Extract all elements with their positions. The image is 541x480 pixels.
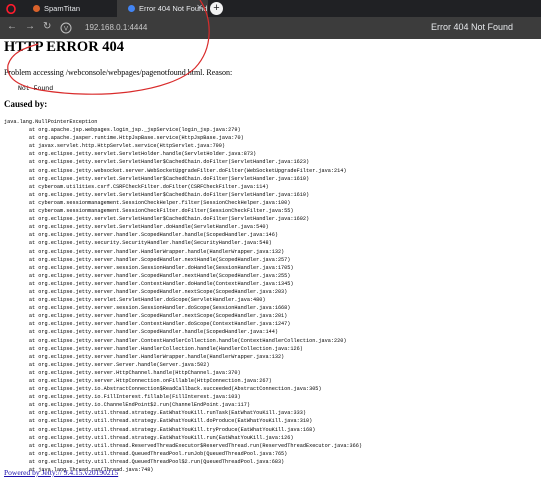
- stack-trace-line: at org.eclipse.jetty.server.HttpConnecti…: [4, 378, 272, 384]
- back-icon[interactable]: ←: [7, 21, 17, 32]
- stack-trace-line: at org.eclipse.jetty.util.thread.strateg…: [4, 410, 306, 417]
- stack-trace-line: at org.eclipse.jetty.server.session.Sess…: [4, 264, 294, 271]
- stack-trace-line: at org.eclipse.jetty.servlet.ServletHand…: [4, 216, 310, 223]
- stack-trace-line: at org.eclipse.jetty.util.thread.strateg…: [4, 434, 294, 441]
- vpn-badge-icon[interactable]: V: [60, 22, 72, 34]
- stack-trace-line: at org.eclipse.jetty.security.SecurityHa…: [4, 240, 272, 247]
- stack-trace-line: at org.eclipse.jetty.servlet.ServletHand…: [4, 191, 310, 198]
- address-bar: ← → ↻ V 192.168.0.1:4444 Error 404 Not F…: [0, 17, 541, 39]
- tab-strip: SpamTitan Error 404 Not Found ✕ +: [0, 0, 541, 17]
- stack-trace-line: at org.eclipse.jetty.server.HttpChannel.…: [4, 369, 241, 376]
- stack-trace-line: at org.eclipse.jetty.util.thread.strateg…: [4, 418, 313, 425]
- opera-logo-icon: [6, 3, 16, 14]
- stack-trace-line: at org.apache.jsp.webpages.login_jsp._js…: [4, 127, 241, 134]
- page-content: HTTP ERROR 404 Problem accessing /webcon…: [0, 39, 541, 480]
- stack-trace-line: at org.eclipse.jetty.io.AbstractConnecti…: [4, 386, 322, 393]
- stack-trace-line: at org.eclipse.jetty.servlet.ServletHand…: [4, 159, 310, 166]
- stack-trace-line: at org.eclipse.jetty.server.handler.Scop…: [4, 256, 291, 263]
- stack-trace-line: at org.eclipse.jetty.server.handler.Scop…: [4, 232, 278, 239]
- stack-trace-line: at org.apache.jasper.runtime.HttpJspBase…: [4, 135, 244, 142]
- stack-trace-line: at org.eclipse.jetty.io.FillInterest.fil…: [4, 394, 241, 401]
- opera-menu-button[interactable]: [0, 0, 22, 17]
- tab-favicon: [33, 5, 40, 12]
- stack-trace-line: at org.eclipse.jetty.util.thread.strateg…: [4, 426, 316, 433]
- stack-trace-line: at org.eclipse.jetty.server.handler.Cont…: [4, 321, 291, 328]
- stack-trace-line: at org.eclipse.jetty.websocket.server.We…: [4, 167, 347, 174]
- reload-icon[interactable]: ↻: [43, 21, 51, 32]
- stack-trace-line: at cyberoam.sessionmanagement.SessionChe…: [4, 199, 291, 206]
- stack-trace-line: at org.eclipse.jetty.servlet.ServletHand…: [4, 224, 269, 231]
- close-icon[interactable]: ✕: [196, 3, 203, 12]
- stack-trace-line: at org.eclipse.jetty.server.Server.handl…: [4, 361, 210, 368]
- stack-trace-line: at org.eclipse.jetty.util.thread.QueuedT…: [4, 458, 285, 465]
- stack-trace-line: at org.eclipse.jetty.server.handler.Scop…: [4, 288, 288, 295]
- reason-text: Not Found: [18, 85, 54, 92]
- tab-favicon: [128, 5, 135, 12]
- stack-trace: java.lang.NullPointerException at org.ap…: [4, 118, 362, 474]
- error-heading: HTTP ERROR 404: [4, 39, 125, 55]
- forward-icon[interactable]: →: [25, 21, 35, 32]
- plus-icon[interactable]: +: [210, 2, 223, 15]
- stack-trace-line: at org.eclipse.jetty.server.session.Sess…: [4, 305, 291, 312]
- stack-trace-line: at org.eclipse.jetty.servlet.ServletHand…: [4, 297, 266, 304]
- stack-trace-line: at org.eclipse.jetty.server.handler.Scop…: [4, 329, 278, 336]
- tab-label: SpamTitan: [44, 4, 80, 13]
- stack-trace-line: at org.eclipse.jetty.util.thread.Reserve…: [4, 442, 362, 449]
- stack-trace-line: at javax.servlet.http.HttpServlet.servic…: [4, 143, 226, 150]
- stack-trace-line: at org.eclipse.jetty.server.handler.Cont…: [4, 280, 294, 287]
- stack-trace-line: at cyberoam.sessionmanagement.SessionChe…: [4, 208, 294, 215]
- jetty-link[interactable]: Powered by Jetty:// 9.4.15.v20190215: [4, 468, 118, 477]
- stack-trace-line: at org.eclipse.jetty.io.ChannelEndPoint$…: [4, 402, 250, 409]
- stack-trace-line: at org.eclipse.jetty.server.handler.Scop…: [4, 272, 291, 279]
- stack-trace-line: at org.eclipse.jetty.servlet.ServletHand…: [4, 175, 310, 182]
- stack-trace-line: at org.eclipse.jetty.servlet.ServletHold…: [4, 151, 257, 158]
- page-title: Error 404 Not Found: [430, 22, 513, 32]
- svg-text:V: V: [64, 27, 68, 33]
- stack-trace-line: at org.eclipse.jetty.server.handler.Hand…: [4, 248, 285, 255]
- problem-text: Problem accessing /webconsole/webpages/p…: [4, 68, 233, 77]
- stack-trace-line: at org.eclipse.jetty.util.thread.QueuedT…: [4, 450, 288, 457]
- stack-trace-line: at org.eclipse.jetty.server.handler.Cont…: [4, 337, 347, 344]
- url-field[interactable]: 192.168.0.1:4444: [85, 23, 147, 32]
- tab-spamtitan[interactable]: SpamTitan: [22, 0, 118, 17]
- caused-by-heading: Caused by:: [4, 99, 48, 109]
- stack-trace-line: java.lang.NullPointerException: [4, 119, 98, 125]
- stack-trace-line: at cyberoam.utilities.csrf.CSRFCheckFilt…: [4, 183, 269, 190]
- stack-trace-line: at org.eclipse.jetty.server.handler.Hand…: [4, 353, 285, 360]
- tab-error-404[interactable]: Error 404 Not Found ✕: [118, 0, 208, 17]
- stack-trace-line: at org.eclipse.jetty.server.handler.Scop…: [4, 313, 288, 320]
- stack-trace-line: at org.eclipse.jetty.server.handler.Hand…: [4, 345, 303, 352]
